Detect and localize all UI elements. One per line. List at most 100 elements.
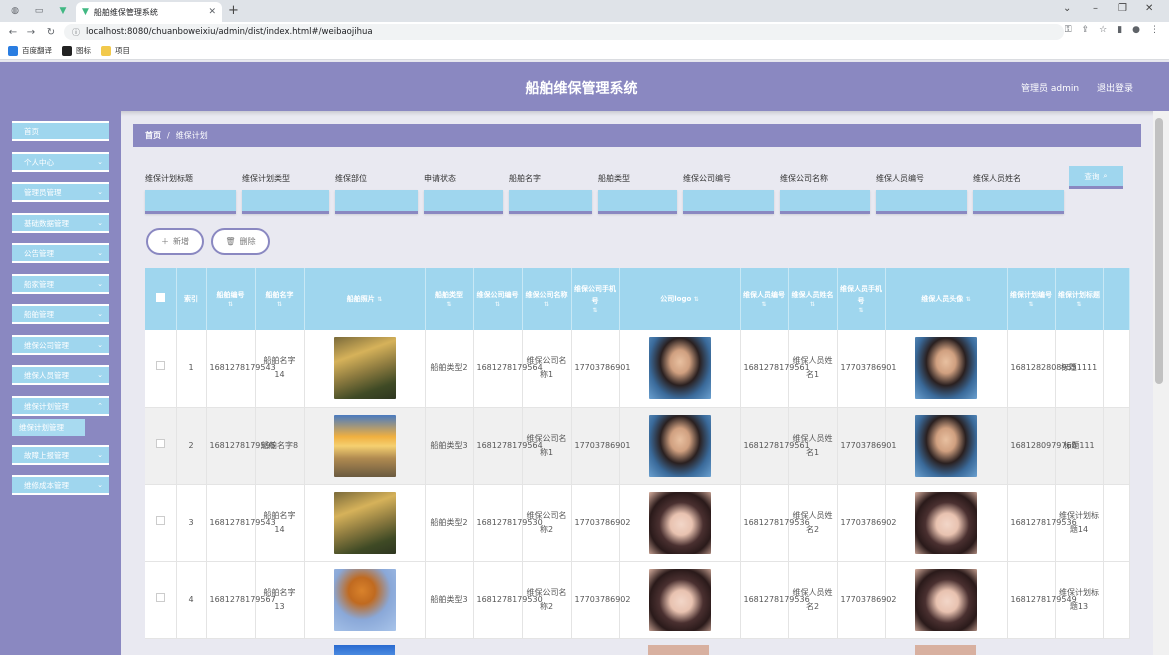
bookmark-project[interactable]: 项目 xyxy=(101,45,130,56)
row-checkbox[interactable] xyxy=(145,407,177,485)
reload-icon[interactable]: ↻ xyxy=(41,27,61,38)
table-row[interactable]: 3 1681278179543 船舶名字14 船舶类型2 16812781795… xyxy=(145,484,1130,562)
menu-dots-icon[interactable]: ⋮ xyxy=(1150,25,1159,35)
filter-input-part[interactable] xyxy=(335,190,418,214)
info-icon[interactable]: ⓘ xyxy=(72,27,80,38)
staff-avatar-image[interactable] xyxy=(915,414,977,477)
cell-ship-no: 1681278179567 xyxy=(206,561,276,639)
close-icon[interactable]: ✕ xyxy=(208,7,216,17)
filter-input-company-no[interactable] xyxy=(683,190,774,214)
filter-input-staff-no[interactable] xyxy=(876,190,967,214)
sort-icon: ⇅ xyxy=(494,301,501,308)
delete-button[interactable]: 🗑 删除 xyxy=(211,228,270,255)
partial-row-image xyxy=(334,645,395,655)
tab-active[interactable]: ▼ 船舶维保管理系统 ✕ xyxy=(76,2,222,22)
filter-label-ship-type: 船舶类型 xyxy=(598,174,630,183)
restore-icon[interactable]: ❐ xyxy=(1118,3,1127,14)
filter-input-company-name[interactable] xyxy=(780,190,870,214)
header-avatar[interactable]: 维保人员头像 ⇅ xyxy=(885,268,1008,330)
sidebar-item-costs[interactable]: 维修成本管理 ⌄ xyxy=(12,475,109,495)
header-ship-name[interactable]: 船舶名字 ⇅ xyxy=(255,268,305,330)
add-button[interactable]: ＋ 新增 xyxy=(146,228,204,255)
query-button[interactable]: 查询 ⌕ xyxy=(1069,166,1123,189)
select-all-checkbox[interactable] xyxy=(145,268,177,330)
staff-avatar-image[interactable] xyxy=(915,337,977,400)
filter-input-ship-name[interactable] xyxy=(509,190,592,214)
sidebar-item-shipowners[interactable]: 船家管理 ⌄ xyxy=(12,274,109,294)
vue-logo-icon[interactable]: ▼ xyxy=(52,3,74,19)
sidebar-item-home[interactable]: 首页 xyxy=(12,121,109,141)
logout-link[interactable]: 退出登录 xyxy=(1097,81,1133,94)
filter-input-plan-title[interactable] xyxy=(145,190,236,214)
sidebar-subitem-plan-management[interactable]: 维保计划管理 xyxy=(12,419,85,436)
sort-icon: ⇅ xyxy=(543,301,550,308)
sort-icon: ⇅ xyxy=(592,307,598,314)
row-checkbox[interactable] xyxy=(145,330,177,408)
sidebar-item-notices[interactable]: 公告管理 ⌄ xyxy=(12,243,109,263)
share-icon[interactable]: ⇪ xyxy=(1082,25,1090,35)
header-company-phone[interactable]: 维保公司手机号 ⇅ xyxy=(571,268,620,330)
filter-select-status[interactable] xyxy=(424,190,503,214)
header-staff-no[interactable]: 维保人员编号 ⇅ xyxy=(740,268,789,330)
sidebar-item-profile[interactable]: 个人中心 ⌄ xyxy=(12,152,109,172)
bookmark-icons[interactable]: 图标 xyxy=(62,45,91,56)
sidebar-item-admins[interactable]: 管理员管理 ⌄ xyxy=(12,182,109,202)
header-label: 船舶名字 xyxy=(265,291,294,299)
sidebar-toggle-icon[interactable]: ▮ xyxy=(1117,25,1122,35)
ship-photo-image[interactable] xyxy=(333,414,396,477)
filter-select-plan-type[interactable] xyxy=(242,190,329,214)
page-scrollbar-thumb[interactable] xyxy=(1155,118,1163,384)
staff-avatar-image[interactable] xyxy=(915,491,977,554)
header-ship-no[interactable]: 船舶编号 ⇅ xyxy=(206,268,256,330)
bookmark-translate[interactable]: 百度翻译 xyxy=(8,45,52,56)
sidebar-item-plans[interactable]: 维保计划管理 ⌃ xyxy=(12,396,109,416)
company-logo-image[interactable] xyxy=(648,568,711,631)
header-staff-name[interactable]: 维保人员姓名 ⇅ xyxy=(788,268,838,330)
profile-icon[interactable]: ● xyxy=(1132,25,1140,35)
window-close-icon[interactable]: ✕ xyxy=(1145,3,1153,14)
header-company-name[interactable]: 维保公司名称 ⇅ xyxy=(522,268,572,330)
ship-photo-image[interactable] xyxy=(333,337,396,400)
company-logo-image[interactable] xyxy=(648,491,711,554)
header-logo[interactable]: 公司logo ⇅ xyxy=(619,268,741,330)
header-plan-title[interactable]: 维保计划标题 ⇅ xyxy=(1055,268,1104,330)
filter-input-staff-name[interactable] xyxy=(973,190,1064,214)
key-icon[interactable]: ⚿ xyxy=(1065,25,1072,35)
new-tab-icon[interactable]: + xyxy=(228,3,239,18)
company-logo-image[interactable] xyxy=(648,337,711,400)
ship-photo-image[interactable] xyxy=(333,568,396,631)
chevron-down-icon[interactable]: ⌄ xyxy=(1063,3,1071,14)
table-row[interactable]: 1 1681278179543 船舶名字14 船舶类型2 16812781795… xyxy=(145,330,1130,408)
star-icon[interactable]: ☆ xyxy=(1099,25,1107,35)
header-staff-phone[interactable]: 维保人员手机号 ⇅ xyxy=(837,268,886,330)
ship-photo-image[interactable] xyxy=(333,491,396,554)
header-ship-type[interactable]: 船舶类型 ⇅ xyxy=(425,268,474,330)
sidebar-item-label: 个人中心 xyxy=(24,157,54,167)
sidebar-item-staff[interactable]: 维保人员管理 ⌄ xyxy=(12,365,109,385)
tab-blank-icon[interactable]: ▭ xyxy=(28,3,50,19)
header-plan-no[interactable]: 维保计划编号 ⇅ xyxy=(1007,268,1056,330)
table-row[interactable]: 4 1681278179567 船舶名字13 船舶类型3 16812781795… xyxy=(145,561,1130,639)
globe-icon[interactable]: ◍ xyxy=(4,3,26,19)
breadcrumb-home[interactable]: 首页 xyxy=(145,130,161,141)
sidebar-item-ships[interactable]: 船舶管理 ⌄ xyxy=(12,304,109,324)
row-checkbox[interactable] xyxy=(145,484,177,562)
sidebar-item-label: 船舶管理 xyxy=(24,309,54,319)
minimize-icon[interactable]: – xyxy=(1093,3,1098,14)
url-field[interactable]: ⓘ localhost:8080/chuanboweixiu/admin/dis… xyxy=(64,24,1064,40)
sort-icon: ⇅ xyxy=(377,295,383,303)
staff-avatar-image[interactable] xyxy=(915,568,977,631)
company-logo-image[interactable] xyxy=(648,414,711,477)
back-icon[interactable]: ← xyxy=(3,27,23,38)
table-header-row: 索引 船舶编号 ⇅ 船舶名字 ⇅ 船舶照片 ⇅ 船舶类型 ⇅ 维保公司编号 ⇅ 维保公司… xyxy=(145,268,1130,330)
sidebar-item-faults[interactable]: 故障上报管理 ⌄ xyxy=(12,445,109,465)
row-checkbox[interactable] xyxy=(145,561,177,639)
table-row[interactable]: 2 1681278179595 船舶名字8 船舶类型3 168127817956… xyxy=(145,407,1130,485)
forward-icon[interactable]: → xyxy=(21,27,41,38)
header-ship-photo[interactable]: 船舶照片 ⇅ xyxy=(304,268,426,330)
header-company-no[interactable]: 维保公司编号 ⇅ xyxy=(473,268,523,330)
chevron-up-icon: ⌃ xyxy=(97,402,103,410)
filter-select-ship-type[interactable] xyxy=(598,190,677,214)
sidebar-item-basic-data[interactable]: 基础数据管理 ⌄ xyxy=(12,213,109,233)
sidebar-item-companies[interactable]: 维保公司管理 ⌄ xyxy=(12,335,109,355)
